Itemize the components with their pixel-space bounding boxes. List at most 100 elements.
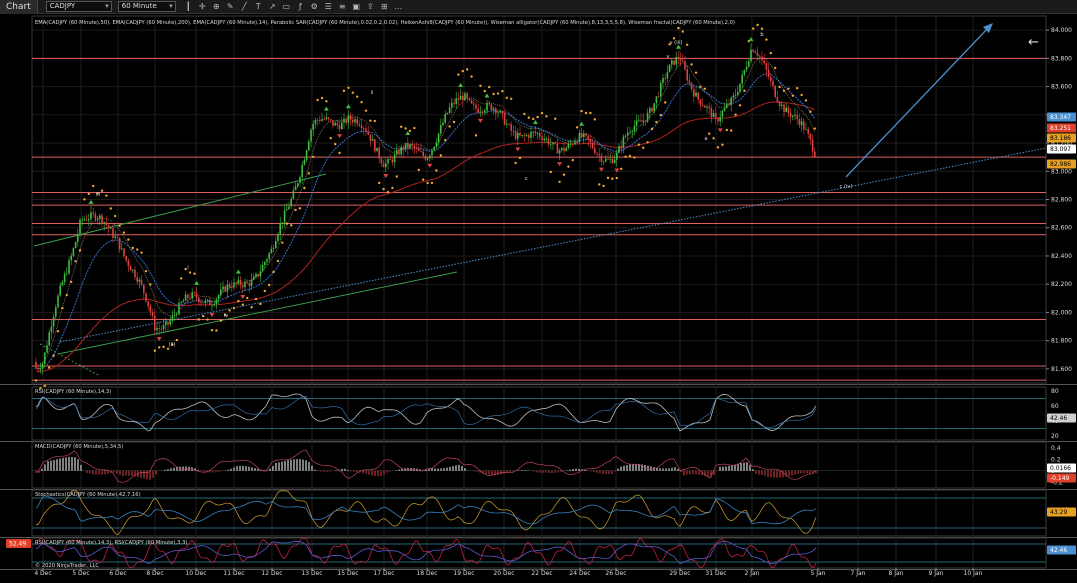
candle-body bbox=[684, 61, 686, 70]
sar-dot bbox=[61, 306, 64, 310]
crosshair-icon[interactable]: ✛ bbox=[198, 2, 207, 11]
timeframe-select[interactable]: 60 Minute bbox=[117, 1, 176, 12]
line-icon[interactable]: ╱ bbox=[240, 2, 249, 11]
candle-body bbox=[805, 129, 807, 131]
fractal-up bbox=[88, 199, 94, 204]
y-tick-label: 81.600 bbox=[1051, 366, 1072, 373]
sar-dot bbox=[694, 71, 698, 74]
sar-dot bbox=[347, 86, 350, 89]
candle-body bbox=[468, 98, 471, 101]
candle-body bbox=[409, 144, 411, 148]
candle-body bbox=[259, 271, 262, 277]
candle-body bbox=[149, 306, 152, 313]
candle-body bbox=[162, 325, 165, 330]
candle-body bbox=[803, 121, 805, 130]
sar-dot bbox=[576, 126, 579, 129]
candle-body bbox=[77, 233, 79, 243]
candle-body bbox=[539, 133, 541, 137]
candle-body bbox=[796, 114, 798, 119]
zoom-icon[interactable]: ⊕ bbox=[212, 2, 221, 11]
rsi-value-tag: 42.46 bbox=[1050, 415, 1067, 422]
share-icon[interactable]: ⇪ bbox=[366, 2, 375, 11]
sar-dot bbox=[760, 27, 764, 30]
chart-area[interactable]: v (iii) b ii i iii iv v a c (ii) c (iv) 84.000 83.8… bbox=[0, 14, 1077, 583]
candle-body bbox=[530, 132, 532, 138]
candle-body bbox=[94, 213, 97, 220]
sar-dot bbox=[351, 91, 354, 94]
template-icon[interactable]: ☰ bbox=[324, 2, 333, 11]
candle-body bbox=[662, 77, 664, 83]
candle-body bbox=[761, 56, 763, 61]
pencil-icon[interactable]: ✎ bbox=[226, 2, 235, 11]
rect-icon[interactable]: ▭ bbox=[282, 2, 291, 11]
candle-body bbox=[299, 177, 301, 184]
more-icon[interactable]: … bbox=[394, 2, 403, 11]
candle-body bbox=[235, 282, 237, 284]
data-box-icon[interactable]: ⊞ bbox=[380, 2, 389, 11]
arrow-icon[interactable]: ↗ bbox=[268, 2, 277, 11]
candle-body bbox=[616, 152, 618, 160]
sar-dot bbox=[646, 141, 649, 144]
candle-body bbox=[72, 248, 75, 256]
candle-body bbox=[294, 186, 297, 191]
candle-body bbox=[690, 82, 693, 90]
candle-body bbox=[543, 138, 545, 141]
sar-dot bbox=[774, 66, 777, 70]
x-tick-label: 12 Dec bbox=[261, 570, 282, 577]
properties-icon[interactable]: ≡ bbox=[338, 2, 347, 11]
sar-dot bbox=[496, 92, 500, 95]
sar-dot bbox=[699, 85, 702, 89]
candle-body bbox=[74, 242, 77, 249]
screenshot-icon[interactable]: ▣ bbox=[352, 2, 361, 11]
copyright-label: © 2020 NinjaTrader, LLC bbox=[35, 562, 99, 569]
candle-body bbox=[701, 104, 704, 106]
candle-body bbox=[222, 286, 224, 290]
candle-body bbox=[116, 236, 119, 238]
rsi-panel-label: RSI(CADJPY (60 Minute),14,3) bbox=[35, 389, 111, 395]
x-tick-label: 10 Jan bbox=[964, 570, 983, 577]
candle-body bbox=[587, 135, 589, 140]
sar-dot bbox=[417, 168, 420, 172]
candle-body bbox=[607, 158, 609, 160]
symbol-select[interactable]: CADJPY bbox=[45, 1, 112, 12]
y-tick-label: 82.800 bbox=[1051, 197, 1072, 204]
fractal-up bbox=[323, 106, 329, 111]
y-tick-label: 82.200 bbox=[1051, 281, 1072, 288]
sar-dot bbox=[730, 129, 733, 132]
candle-body bbox=[499, 110, 501, 113]
candle-body bbox=[391, 159, 394, 163]
sar-dot bbox=[100, 189, 104, 192]
fractal-up bbox=[194, 280, 200, 285]
strategy-icon[interactable]: ⚙ bbox=[310, 2, 319, 11]
back-arrow-icon[interactable]: ← bbox=[1028, 36, 1039, 49]
indicators-icon[interactable]: ƒ bbox=[296, 2, 305, 11]
candle-body bbox=[206, 299, 209, 301]
sar-dot bbox=[241, 303, 244, 306]
candle-body bbox=[651, 108, 653, 112]
candle-body bbox=[347, 115, 350, 123]
rsi2-left-tag: 52.49 bbox=[9, 541, 26, 548]
candle-body bbox=[811, 139, 814, 152]
bar-type-icon[interactable]: ┃ bbox=[184, 2, 193, 11]
candle-body bbox=[413, 145, 416, 149]
candle-body bbox=[495, 108, 497, 114]
panel-frame-rsi bbox=[31, 386, 1047, 441]
sar-dot bbox=[527, 116, 530, 119]
sar-dot bbox=[554, 117, 557, 120]
candle-body bbox=[717, 118, 719, 122]
candle-body bbox=[470, 100, 473, 104]
sar-dot bbox=[721, 143, 724, 146]
chart-canvas[interactable]: v (iii)biiiiiiivvac(ii)c (iv) 84.00083.8… bbox=[0, 14, 1077, 583]
candle-body bbox=[602, 161, 605, 163]
x-tick-label: 8 Jan bbox=[889, 570, 904, 577]
y-tick-label: 83.800 bbox=[1051, 55, 1072, 62]
text-icon[interactable]: T bbox=[254, 2, 263, 11]
candle-body bbox=[572, 143, 574, 145]
chart-tab[interactable]: Chart bbox=[0, 0, 38, 14]
candle-body bbox=[301, 164, 303, 178]
candle-body bbox=[338, 125, 341, 130]
candle-body bbox=[748, 61, 750, 67]
candle-body bbox=[61, 282, 64, 286]
candle-body bbox=[41, 363, 44, 369]
candle-body bbox=[101, 215, 103, 224]
